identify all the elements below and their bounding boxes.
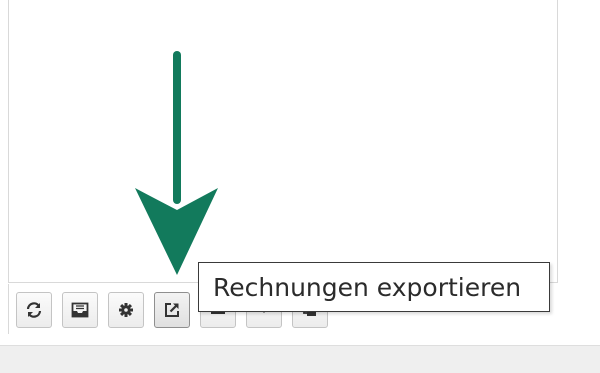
inbox-icon bbox=[70, 300, 90, 320]
export-invoices-button[interactable] bbox=[154, 292, 190, 328]
external-link-icon bbox=[162, 300, 182, 320]
tooltip-text: Rechnungen exportieren bbox=[213, 272, 522, 302]
content-panel bbox=[8, 0, 558, 283]
refresh-button[interactable] bbox=[16, 292, 52, 328]
status-bar bbox=[0, 345, 600, 373]
settings-button[interactable] bbox=[108, 292, 144, 328]
tooltip: Rechnungen exportieren bbox=[198, 262, 550, 312]
gear-icon bbox=[116, 300, 136, 320]
inbox-button[interactable] bbox=[62, 292, 98, 328]
refresh-icon bbox=[24, 300, 44, 320]
